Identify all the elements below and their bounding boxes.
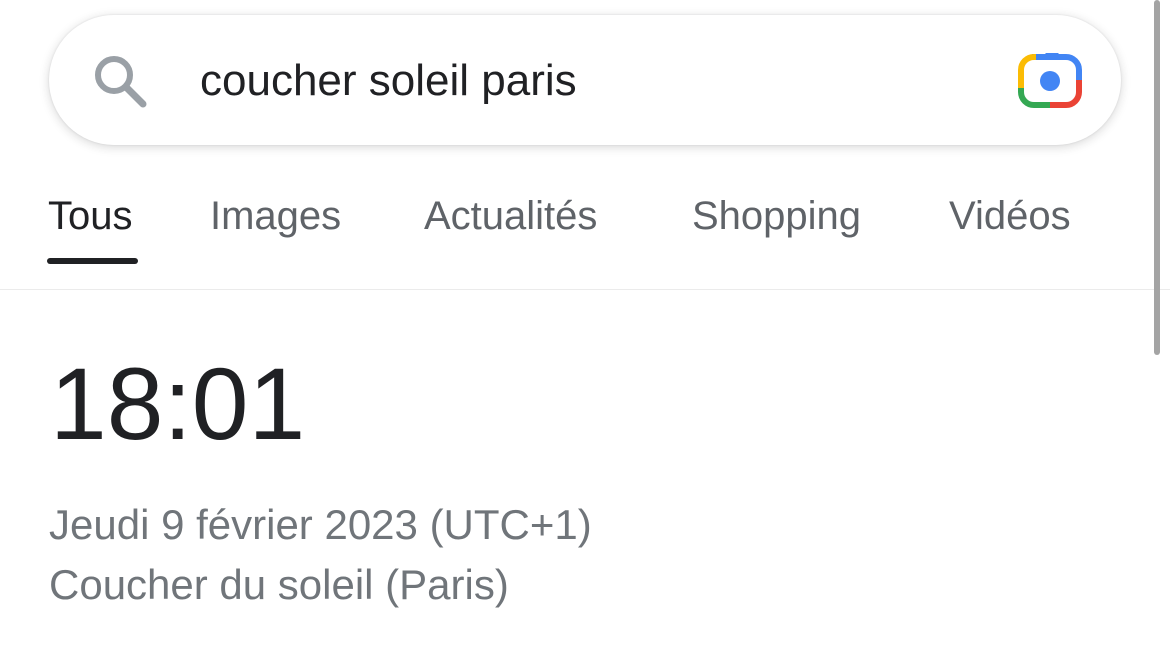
tab-shopping[interactable]: Shopping [692, 194, 861, 239]
tab-actualites[interactable]: Actualités [424, 194, 597, 239]
active-tab-indicator [47, 258, 138, 264]
search-input[interactable] [200, 48, 960, 114]
search-tabs: Tous Images Actualités Shopping Vidéos [0, 170, 1140, 290]
search-icon[interactable] [90, 52, 150, 112]
sunset-time: 18:01 [50, 347, 306, 461]
scrollbar-thumb[interactable] [1154, 0, 1160, 355]
tab-tous[interactable]: Tous [48, 194, 133, 239]
sunset-label: Coucher du soleil (Paris) [49, 561, 509, 608]
tabs-divider [0, 289, 1170, 290]
tab-images[interactable]: Images [210, 194, 341, 239]
sunset-date: Jeudi 9 février 2023 (UTC+1) [49, 501, 592, 548]
tab-videos[interactable]: Vidéos [949, 194, 1071, 239]
search-results-page: Tous Images Actualités Shopping Vidéos 1… [0, 0, 1170, 670]
google-lens-camera-icon[interactable] [1018, 50, 1082, 108]
